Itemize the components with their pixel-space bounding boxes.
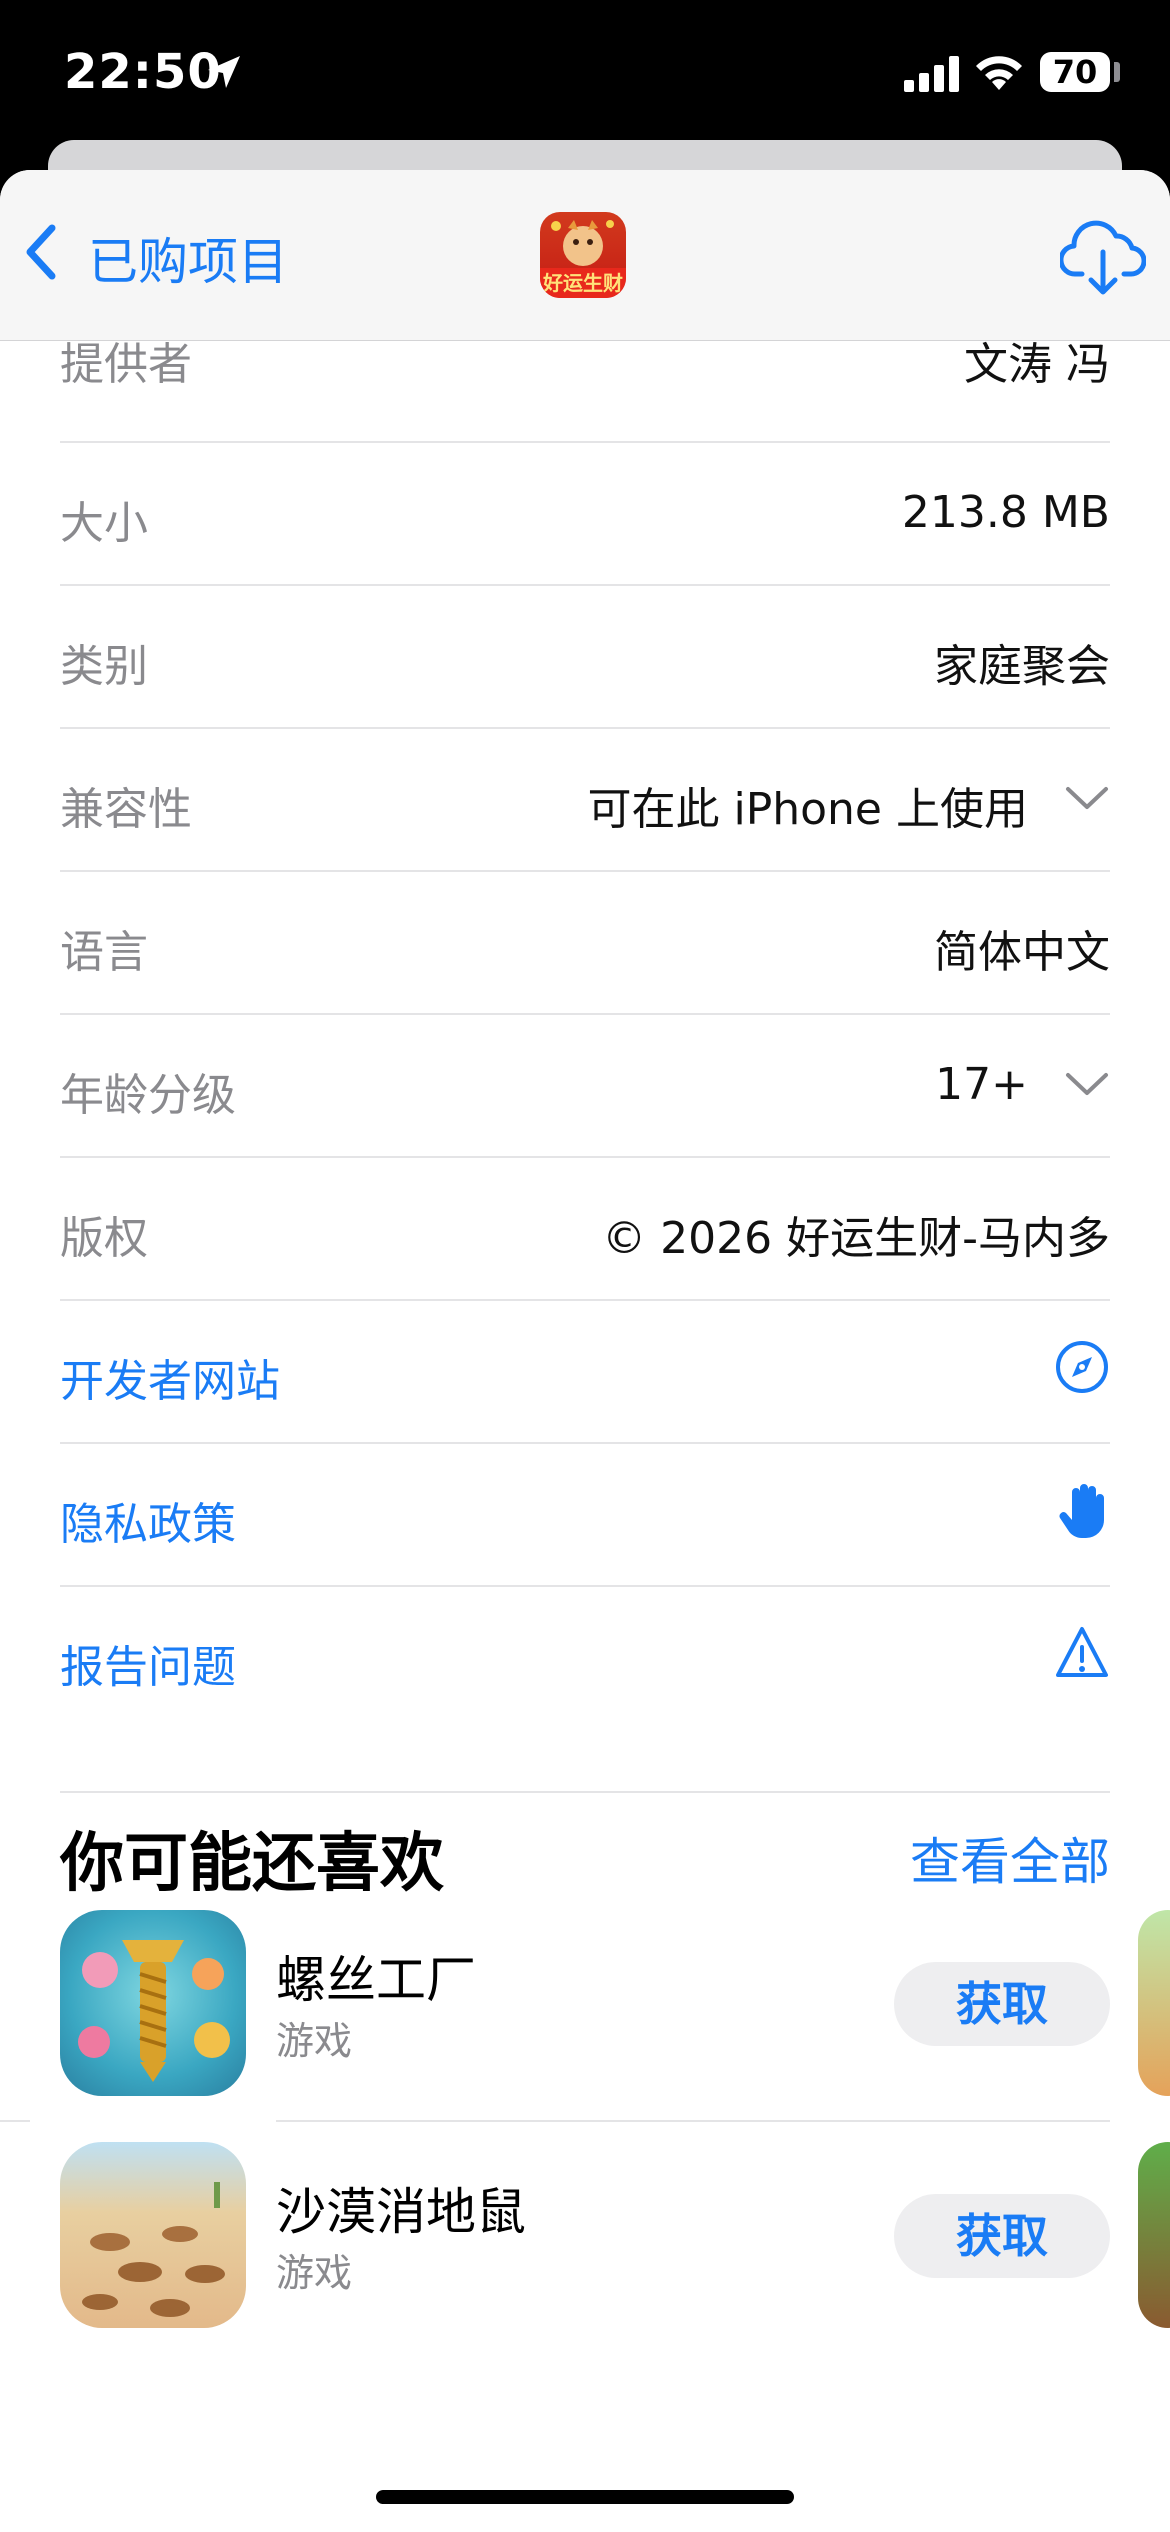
app-name: 螺丝工厂	[276, 1951, 476, 2009]
info-row-size: 大小 213.8 MB	[60, 441, 1110, 586]
screw-icon	[78, 1940, 230, 2082]
app-icon[interactable]	[60, 2142, 246, 2328]
app-detail-sheet: 已购项目 好运生财 提供者 文涛 冯 大小 213.8 MB 类别 家庭聚会 兼…	[0, 170, 1170, 2532]
back-chevron-icon[interactable]	[22, 220, 62, 284]
info-label: 兼容性	[60, 784, 192, 835]
privacy-policy-link[interactable]: 隐私政策	[60, 1442, 1110, 1587]
info-value: 213.8 MB	[901, 487, 1110, 538]
home-indicator[interactable]	[376, 2490, 794, 2504]
app-icon-label: 好运生财	[540, 268, 626, 298]
nav-bar: 已购项目 好运生财	[0, 170, 1170, 341]
info-row-age-rating[interactable]: 年龄分级 17+	[60, 1013, 1110, 1158]
cloud-download-icon[interactable]	[1060, 218, 1146, 296]
info-label: 大小	[60, 498, 148, 549]
info-label: 版权	[60, 1213, 148, 1264]
info-row-copyright: 版权 © 2026 好运生财-马内多	[60, 1156, 1110, 1301]
back-button[interactable]: 已购项目	[88, 222, 288, 294]
info-row-category: 类别 家庭聚会	[60, 584, 1110, 729]
recommended-app-row[interactable]: 螺丝工厂 游戏 获取	[60, 1910, 1110, 2100]
chevron-down-icon[interactable]	[1064, 1067, 1110, 1101]
row-divider	[0, 2120, 30, 2122]
row-divider	[276, 2120, 1110, 2122]
link-label[interactable]: 隐私政策	[60, 1488, 236, 1552]
status-time: 22:50	[64, 44, 222, 100]
info-value: 可在此 iPhone 上使用	[587, 784, 1029, 835]
compass-icon	[1056, 1341, 1108, 1393]
app-category: 游戏	[276, 2019, 353, 2063]
next-app-peek[interactable]	[1138, 1910, 1170, 2096]
app-name: 沙漠消地鼠	[276, 2183, 526, 2241]
cellular-signal-icon	[904, 56, 959, 92]
screen: 22:50 70 已购项目 好运生财 提供者 文涛 冯 大小 213.8 MB …	[0, 0, 1170, 2532]
hand-icon	[1059, 1484, 1104, 1539]
get-button[interactable]: 获取	[894, 1962, 1110, 2046]
info-value: 17+	[935, 1059, 1028, 1110]
info-value: 家庭聚会	[934, 641, 1110, 692]
link-label[interactable]: 开发者网站	[60, 1345, 280, 1409]
app-icon: 好运生财	[540, 212, 626, 298]
status-bar: 22:50 70	[0, 0, 1170, 150]
info-row-compatibility[interactable]: 兼容性 可在此 iPhone 上使用	[60, 727, 1110, 872]
next-app-peek[interactable]	[1138, 2142, 1170, 2328]
info-label: 年龄分级	[60, 1070, 236, 1121]
see-all-link[interactable]: 查看全部	[910, 1822, 1110, 1894]
section-divider	[60, 1791, 1110, 1793]
info-label: 类别	[60, 641, 148, 692]
recommended-app-row[interactable]: 沙漠消地鼠 游戏 获取	[60, 2142, 1110, 2332]
location-arrow-icon	[208, 56, 240, 88]
info-row-language: 语言 简体中文	[60, 870, 1110, 1015]
developer-website-link[interactable]: 开发者网站	[60, 1299, 1110, 1444]
link-label[interactable]: 报告问题	[60, 1631, 236, 1695]
info-label: 语言	[60, 927, 148, 978]
info-value: 简体中文	[934, 927, 1110, 978]
wifi-icon	[976, 56, 1022, 90]
info-value: © 2026 好运生财-马内多	[602, 1213, 1110, 1264]
warning-icon	[1056, 1627, 1108, 1677]
app-icon-art	[551, 220, 614, 266]
desert-holes-icon	[82, 2182, 225, 2317]
battery-tip	[1114, 62, 1120, 82]
chevron-down-icon[interactable]	[1064, 781, 1110, 815]
battery-indicator: 70	[1040, 52, 1110, 92]
section-title: 你可能还喜欢	[60, 1827, 444, 1901]
app-icon[interactable]	[60, 1910, 246, 2096]
get-button[interactable]: 获取	[894, 2194, 1110, 2278]
app-category: 游戏	[276, 2251, 353, 2295]
report-problem-link[interactable]: 报告问题	[60, 1585, 1110, 1728]
